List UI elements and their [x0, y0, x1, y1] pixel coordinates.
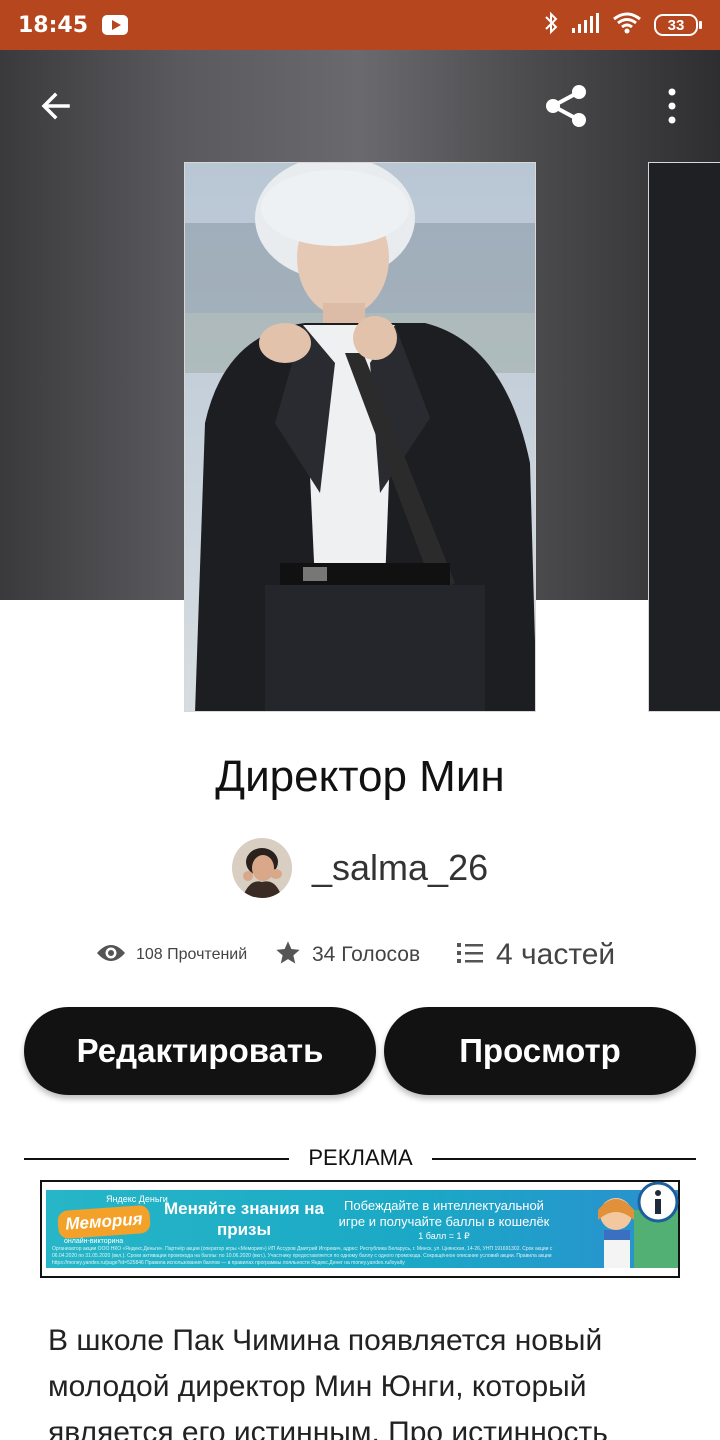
story-description: В школе Пак Чимина появляется новый моло… — [48, 1324, 608, 1440]
list-icon — [456, 941, 484, 970]
ad-divider-left — [24, 1158, 289, 1160]
ad-label: РЕКЛАМА — [308, 1145, 413, 1170]
share-button[interactable] — [538, 80, 594, 136]
battery-indicator: 33 — [654, 14, 702, 36]
author-avatar[interactable] — [232, 838, 292, 898]
author-name[interactable]: _salma_26 — [312, 847, 488, 889]
ad-logo-subtitle: онлайн-викторина — [64, 1238, 124, 1245]
battery-level: 33 — [654, 14, 698, 36]
story-stats: 108 Прочтений 34 Голосов 4 частей — [0, 930, 720, 980]
story-cover-image[interactable] — [184, 162, 536, 712]
cover-illustration — [185, 163, 535, 711]
arrow-left-icon — [38, 88, 74, 129]
story-title: Директор Мин — [215, 752, 505, 801]
more-vertical-icon — [666, 88, 678, 129]
ad-logo: Мемория — [57, 1204, 151, 1240]
edit-button[interactable]: Редактировать — [24, 1007, 376, 1095]
reads-stat: 108 Прочтений — [96, 930, 247, 980]
ad-body-text: Побеждайте в интеллектуальной игре и пол… — [338, 1198, 550, 1229]
parts-stat: 4 частей — [456, 930, 615, 980]
status-bar: 18:45 33 — [0, 0, 720, 50]
ad-fine-print: Организатор акции ООО НКО «Яндекс.Деньги… — [52, 1246, 553, 1266]
status-icons: 33 — [544, 11, 702, 39]
ad-banner-content[interactable]: Яндекс Деньги Мемория онлайн-викторина М… — [46, 1190, 678, 1268]
votes-stat: 34 Голосов — [274, 930, 420, 980]
author-link[interactable]: _salma_26 — [232, 838, 488, 898]
star-icon — [274, 939, 302, 972]
next-story-cover[interactable] — [648, 162, 720, 712]
eye-icon — [96, 943, 126, 968]
ad-banner[interactable]: Яндекс Деньги Мемория онлайн-викторина М… — [40, 1180, 680, 1278]
votes-count: 34 Голосов — [312, 943, 421, 966]
parts-count: 4 частей — [496, 938, 616, 971]
ad-brand: Яндекс Деньги — [106, 1194, 168, 1204]
ad-info-button[interactable] — [636, 1180, 680, 1224]
back-button[interactable] — [28, 80, 84, 136]
ad-points-text: 1 балл = 1 ₽ — [418, 1231, 470, 1241]
more-options-button[interactable] — [644, 80, 700, 136]
reads-count: 108 Прочтений — [136, 946, 248, 963]
youtube-notification-icon — [102, 15, 129, 35]
ad-headline: Меняйте знания на призы — [164, 1199, 325, 1239]
ad-divider-right — [432, 1158, 696, 1160]
info-icon — [636, 1181, 680, 1228]
status-time: 18:45 — [18, 12, 89, 38]
wifi-icon — [612, 12, 642, 39]
signal-icon — [570, 12, 600, 39]
bluetooth-icon — [544, 11, 558, 39]
view-button[interactable]: Просмотр — [384, 1007, 696, 1095]
share-icon — [541, 81, 591, 136]
